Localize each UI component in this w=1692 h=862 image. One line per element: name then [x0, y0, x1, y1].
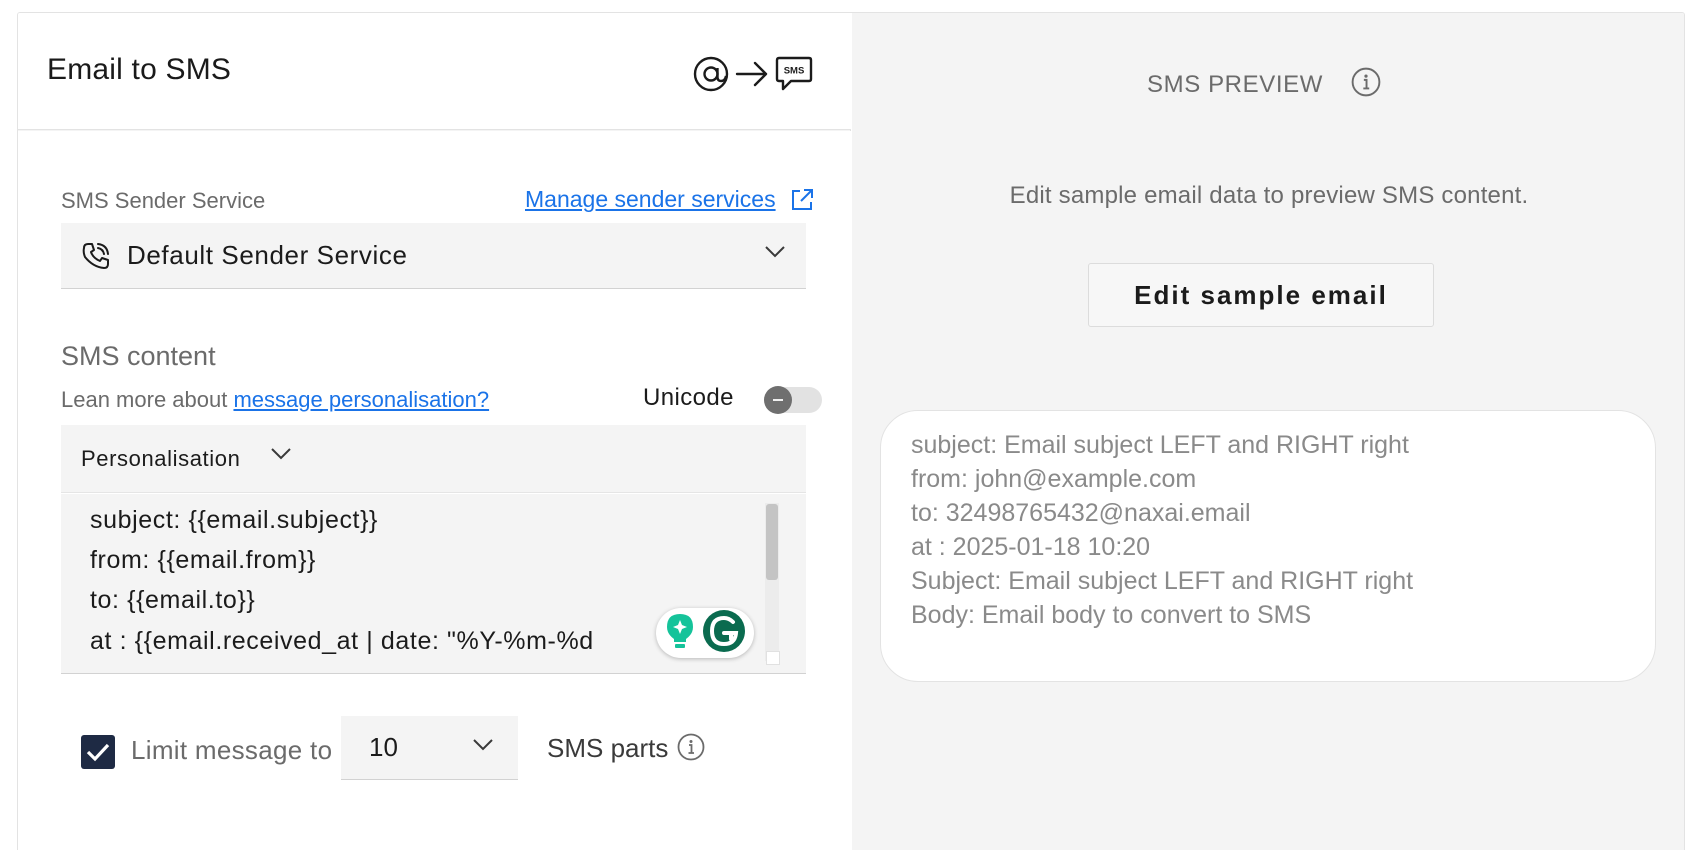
personalisation-dropdown[interactable]: Personalisation	[61, 425, 806, 493]
sms-content-editor[interactable]: subject: {{email.subject}} from: {{email…	[61, 494, 806, 674]
preview-line: subject: Email subject LEFT and RIGHT ri…	[911, 431, 1409, 459]
preview-hint-text: Edit sample email data to preview SMS co…	[1009, 182, 1529, 209]
app-frame: Email to SMS SMS SMS Sender Service Mana…	[17, 12, 1685, 850]
chevron-down-icon	[472, 738, 494, 757]
at-sign-icon	[693, 56, 729, 92]
preview-line: Body: Email body to convert to SMS	[911, 601, 1312, 629]
preview-line: from: john@example.com	[911, 465, 1197, 493]
info-icon[interactable]	[677, 733, 705, 766]
grammarly-widget[interactable]	[656, 608, 754, 658]
chevron-down-icon	[764, 245, 786, 264]
limit-message-label: Limit message to	[131, 735, 333, 765]
preview-line: Subject: Email subject LEFT and RIGHT ri…	[911, 567, 1414, 595]
sender-service-value: Default Sender Service	[127, 240, 408, 270]
sms-preview-panel: SMS PREVIEW Edit sample email data to pr…	[852, 13, 1684, 850]
preview-line: to: 32498765432@naxai.email	[911, 499, 1251, 527]
phone-icon	[81, 241, 117, 271]
toggle-knob[interactable]	[764, 386, 792, 414]
sender-service-label: SMS Sender Service	[61, 188, 266, 213]
personalisation-label: Personalisation	[81, 445, 241, 471]
manage-sender-services-text[interactable]: Manage sender services	[525, 186, 776, 213]
resize-handle[interactable]	[766, 651, 780, 665]
editor-scrollbar-thumb[interactable]	[766, 504, 778, 580]
message-personalisation-link[interactable]: message personalisation?	[233, 387, 489, 412]
unicode-label: Unicode	[643, 384, 734, 411]
external-link-icon[interactable]	[790, 188, 814, 212]
help-prefix: Lean more about	[61, 387, 228, 412]
panel-header: Email to SMS SMS	[18, 13, 851, 130]
chevron-down-icon	[270, 447, 292, 466]
checkmark-icon	[86, 743, 110, 762]
sms-parts-select[interactable]: 10	[341, 716, 518, 780]
unicode-toggle[interactable]	[764, 386, 822, 414]
editor-line[interactable]: to: {{email.to}}	[90, 586, 255, 615]
editor-line[interactable]: from: {{email.from}}	[90, 546, 316, 575]
panel-title: Email to SMS	[47, 53, 232, 86]
edit-sample-email-button[interactable]: Edit sample email	[1088, 263, 1434, 327]
lightbulb-icon[interactable]	[664, 612, 696, 655]
preview-line: at : 2025-01-18 10:20	[911, 533, 1151, 561]
minus-icon	[773, 399, 783, 401]
sms-preview-title: SMS PREVIEW	[1147, 71, 1323, 98]
sms-icon-text: SMS	[784, 66, 805, 77]
email-to-sms-panel: Email to SMS SMS SMS Sender Service Mana…	[18, 13, 851, 850]
editor-line[interactable]: at : {{email.received_at | date: "%Y-%m-…	[90, 627, 594, 656]
sms-parts-label: SMS parts	[547, 733, 669, 763]
editor-line[interactable]: subject: {{email.subject}}	[90, 506, 378, 535]
grammarly-g-icon[interactable]	[702, 609, 746, 658]
arrow-right-icon	[735, 61, 769, 87]
panel-body: SMS Sender Service Manage sender service…	[18, 131, 851, 850]
limit-message-checkbox[interactable]	[81, 735, 115, 769]
sender-service-select[interactable]: Default Sender Service	[61, 223, 806, 289]
header-icons: SMS	[693, 55, 813, 93]
sms-content-title: SMS content	[61, 341, 216, 371]
sms-preview-bubble: subject: Email subject LEFT and RIGHT ri…	[880, 410, 1656, 682]
manage-sender-services-link[interactable]: Manage sender services	[525, 186, 814, 213]
sms-parts-value: 10	[369, 732, 398, 762]
info-icon[interactable]	[1351, 67, 1381, 102]
sms-bubble-icon: SMS	[775, 55, 813, 93]
personalisation-help-text: Lean more about message personalisation?	[61, 387, 489, 413]
